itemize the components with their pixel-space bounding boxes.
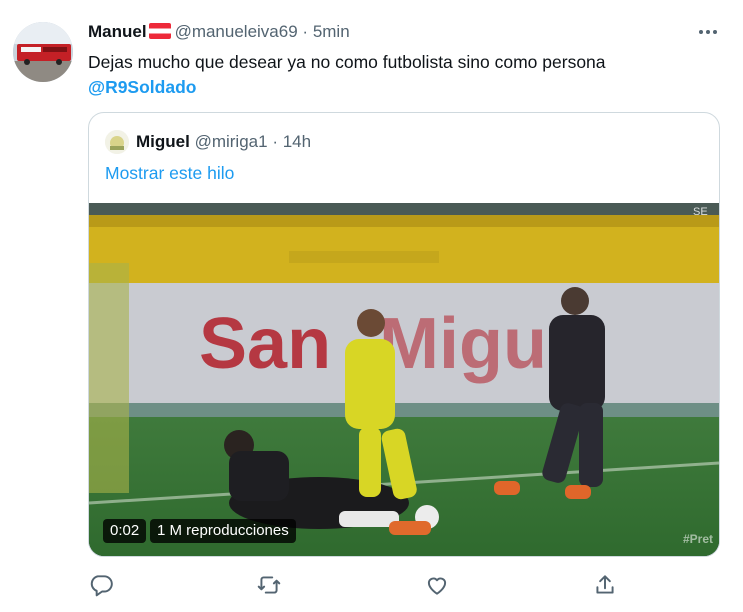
video-player[interactable]: San Migue SE #Pret 0:02 1 M reproduccion… (89, 203, 719, 556)
video-views: 1 M reproducciones (150, 519, 296, 543)
video-watermark: #Pret (683, 532, 713, 546)
more-horizontal-icon[interactable] (696, 22, 720, 42)
quoted-author-name[interactable]: Miguel (136, 132, 190, 151)
video-frame: San Migue SE #Pret (89, 203, 719, 556)
retweet-icon[interactable] (256, 572, 282, 598)
video-duration: 0:02 (103, 519, 147, 543)
author-handle[interactable]: @manueleiva69 (175, 22, 298, 41)
svg-text:San: San (199, 304, 331, 384)
tweet-actions (0, 572, 743, 600)
author-avatar[interactable] (13, 22, 73, 82)
quoted-author-avatar[interactable] (105, 130, 129, 154)
share-icon[interactable] (592, 572, 618, 598)
austria-flag-icon (148, 23, 171, 39)
video-corner-text: SE (693, 206, 708, 218)
tweet-header: Manuel @manueleiva69 · 5min (88, 21, 350, 43)
tweet-time[interactable]: 5min (313, 22, 350, 41)
header-separator: · (302, 22, 309, 41)
show-thread-link[interactable]: Mostrar este hilo (105, 161, 234, 185)
tweet-body: Dejas mucho que desear ya no como futbol… (88, 52, 606, 72)
author-name[interactable]: Manuel (88, 22, 147, 41)
tweet-text: Dejas mucho que desear ya no como futbol… (88, 50, 728, 100)
reply-icon[interactable] (88, 572, 114, 598)
mention-link[interactable]: @R9Soldado (88, 75, 728, 100)
quoted-handle[interactable]: @miriga1 (195, 132, 268, 151)
quoted-separator: · (272, 132, 278, 151)
heart-icon[interactable] (424, 572, 450, 598)
quoted-header: Miguel @miriga1 · 14h (136, 131, 311, 153)
quoted-time[interactable]: 14h (283, 132, 311, 151)
quoted-avatar-image (105, 130, 129, 154)
tweet[interactable]: Manuel @manueleiva69 · 5min Dejas mucho q… (0, 0, 743, 612)
avatar-image (13, 22, 73, 82)
quoted-tweet[interactable]: Miguel @miriga1 · 14h Mostrar este hilo (88, 112, 720, 557)
